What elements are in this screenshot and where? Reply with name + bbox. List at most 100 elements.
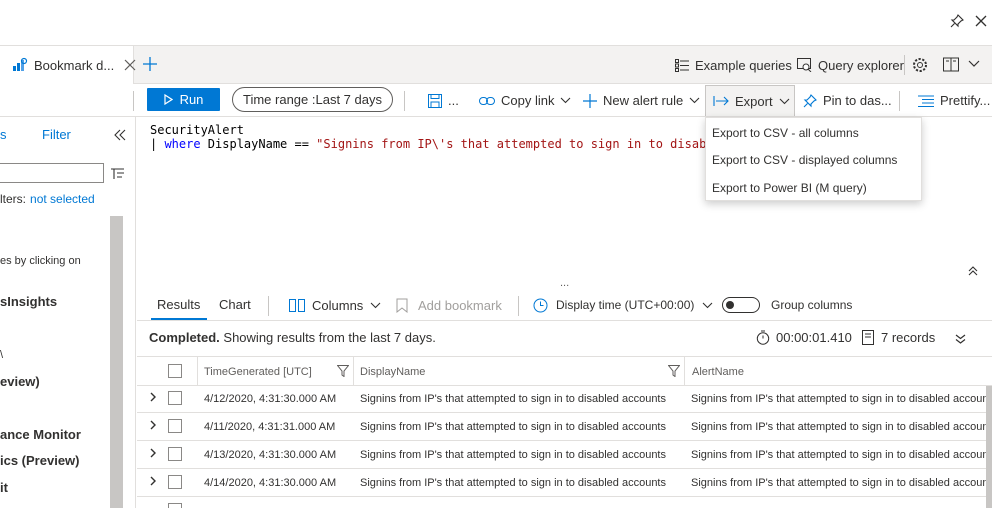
save-icon: [428, 93, 442, 108]
panel-scrollbar[interactable]: [110, 216, 123, 508]
bookmark-icon: [396, 298, 408, 313]
run-button[interactable]: Run: [147, 88, 220, 111]
records-value: 7 records: [881, 330, 936, 345]
expand-row-icon[interactable]: [149, 420, 157, 430]
new-alert-rule-button[interactable]: New alert rule: [583, 85, 700, 116]
display-time-button[interactable]: Display time (UTC+00:00): [533, 291, 713, 319]
copy-link-label: Copy link: [501, 93, 555, 108]
add-tab-icon[interactable]: [142, 56, 158, 72]
query-tab[interactable]: Bookmark d...: [0, 46, 136, 84]
column-header-displayname[interactable]: DisplayName: [360, 366, 425, 378]
menu-item-export-power-bi[interactable]: Export to Power BI (M query): [712, 181, 867, 195]
table-row[interactable]: 4/12/2020, 4:31:30.000 AM Signins from I…: [137, 385, 992, 413]
panel-item[interactable]: ance Monitor: [0, 427, 81, 442]
cell-displayname: Signins from IP's that attempted to sign…: [360, 421, 666, 433]
filters-value-link[interactable]: not selected: [30, 192, 95, 206]
filter-icon[interactable]: [337, 365, 349, 377]
row-checkbox[interactable]: [168, 391, 182, 405]
tab-strip: Bookmark d... Example queries Query expl…: [0, 46, 992, 84]
panel-item[interactable]: eview): [0, 374, 40, 389]
pin-icon: [803, 93, 817, 108]
expand-row-icon[interactable]: [149, 476, 157, 486]
row-checkbox[interactable]: [168, 419, 182, 433]
grid-scrollbar[interactable]: [986, 386, 992, 508]
filters-label: lters:: [0, 192, 27, 206]
settings-icon[interactable]: [912, 57, 928, 73]
time-range-prefix: Time range :: [243, 92, 316, 107]
resize-handle[interactable]: ⋮: [130, 419, 135, 433]
close-icon[interactable]: [972, 12, 990, 30]
divider: [899, 91, 900, 111]
sort-icon[interactable]: [111, 168, 124, 179]
time-range-button[interactable]: Time range : Last 7 days: [232, 87, 393, 112]
panel-item[interactable]: ics (Preview): [0, 453, 80, 468]
expand-all-icon[interactable]: [955, 334, 966, 344]
menu-item-export-csv-all[interactable]: Export to CSV - all columns: [712, 126, 859, 140]
columns-label: Columns: [312, 297, 364, 313]
code-pipe: |: [150, 137, 165, 151]
divider: [133, 91, 134, 111]
search-input[interactable]: [0, 163, 104, 183]
panel-tab-filter[interactable]: Filter: [42, 127, 71, 142]
panel-item[interactable]: it: [0, 480, 8, 495]
menu-item-export-csv-displayed[interactable]: Export to CSV - displayed columns: [712, 153, 897, 167]
example-queries-button[interactable]: Example queries: [675, 46, 792, 84]
query-toolbar: Run Time range : Last 7 days ... Copy li…: [0, 85, 992, 117]
prettify-button[interactable]: Prettify...: [918, 85, 990, 116]
collapse-editor-icon[interactable]: [968, 266, 978, 276]
cell-timegenerated: 4/12/2020, 4:31:30.000 AM: [204, 393, 337, 405]
chevron-down-icon: [560, 97, 571, 104]
format-icon: [918, 94, 934, 107]
query-explorer-icon: [797, 58, 812, 72]
table-row[interactable]: 4/11/2020, 4:31:31.000 AM Signins from I…: [137, 413, 992, 441]
chevron-down-icon: [702, 302, 713, 309]
run-label: Run: [179, 92, 204, 107]
document-icon: [862, 330, 874, 345]
column-divider: [684, 357, 685, 385]
panel-item: \: [0, 349, 4, 361]
expand-row-icon[interactable]: [149, 392, 157, 402]
code-field: DisplayName ==: [200, 137, 317, 151]
table-row[interactable]: 4/13/2020, 4:31:30.000 AM Signins from I…: [137, 441, 992, 469]
column-header-timegenerated[interactable]: TimeGenerated [UTC]: [204, 366, 312, 378]
status-message: Showing results from the last 7 days.: [219, 330, 436, 345]
group-columns-toggle[interactable]: [722, 297, 760, 313]
close-tab-icon[interactable]: [124, 59, 136, 71]
play-icon: [163, 94, 173, 105]
export-arrow-icon: [713, 96, 729, 106]
column-header-alertname[interactable]: AlertName: [692, 366, 744, 378]
row-checkbox[interactable]: [168, 503, 182, 508]
select-all-checkbox[interactable]: [168, 364, 182, 378]
copy-link-button[interactable]: Copy link: [479, 85, 571, 116]
chevron-down-icon[interactable]: [968, 60, 980, 68]
cell-timegenerated: 4/13/2020, 4:31:30.000 AM: [204, 449, 337, 461]
panel-tab-tables[interactable]: s: [0, 127, 7, 142]
filter-icon[interactable]: [668, 365, 680, 377]
prettify-label: Prettify...: [940, 93, 991, 108]
book-icon[interactable]: [943, 57, 959, 72]
columns-icon: [289, 298, 305, 312]
tab-results[interactable]: Results: [157, 297, 200, 312]
expand-row-icon[interactable]: [149, 448, 157, 458]
add-bookmark-button[interactable]: Add bookmark: [396, 291, 502, 319]
status-completed: Completed.: [149, 330, 220, 345]
table-row[interactable]: 4/14/2020, 4:31:30.000 AM Signins from I…: [137, 469, 992, 497]
collapse-panel-icon[interactable]: [114, 129, 126, 141]
divider: [404, 91, 405, 111]
code-line: | where DisplayName == "Signins from IP\…: [150, 137, 721, 151]
export-button[interactable]: Export: [705, 85, 795, 116]
export-menu: Export to CSV - all columns Export to CS…: [705, 117, 922, 201]
pin-to-dashboard-button[interactable]: Pin to das...: [803, 85, 892, 116]
save-button[interactable]: ...: [428, 85, 459, 116]
query-duration: 00:00:01.410: [756, 330, 852, 345]
row-checkbox[interactable]: [168, 447, 182, 461]
columns-button[interactable]: Columns: [289, 291, 381, 319]
stopwatch-icon: [756, 330, 770, 345]
tab-chart[interactable]: Chart: [219, 297, 251, 312]
cell-alertname: Signins from IP's that attempted to sign…: [691, 421, 986, 433]
panel-item[interactable]: sInsights: [0, 294, 57, 309]
pin-icon[interactable]: [948, 12, 966, 30]
results-toolbar: Results Chart Columns Add bookmark Displ…: [137, 291, 992, 321]
query-explorer-button[interactable]: Query explorer: [797, 46, 904, 84]
row-checkbox[interactable]: [168, 475, 182, 489]
